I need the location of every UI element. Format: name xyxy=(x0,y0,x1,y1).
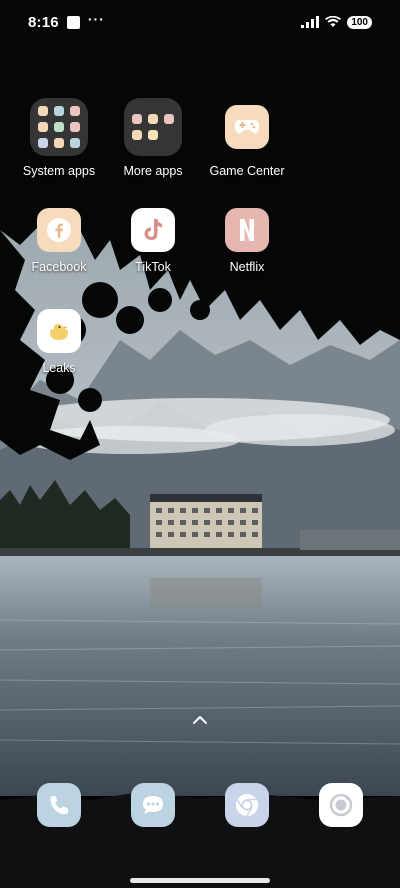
tiktok-icon xyxy=(131,208,175,252)
camera-icon xyxy=(329,793,353,817)
gamepad-icon xyxy=(225,105,269,149)
battery-icon: 100 xyxy=(347,15,372,29)
app-label: Leaks xyxy=(42,361,76,375)
mini-app-icon xyxy=(148,130,158,140)
mini-app-icon xyxy=(54,122,64,132)
app-leaks[interactable]: Leaks xyxy=(9,309,109,375)
app-system-apps[interactable]: System apps xyxy=(9,98,109,178)
folder-icon xyxy=(30,98,88,156)
app-more-apps[interactable]: More apps xyxy=(103,98,203,178)
app-label: Netflix xyxy=(229,260,265,274)
status-bar: 8:16 ··· 100 xyxy=(0,0,400,44)
phone-icon xyxy=(50,796,68,815)
app-label: Game Center xyxy=(209,164,285,178)
app-label: More apps xyxy=(123,164,183,178)
folder-icon xyxy=(124,98,182,156)
mini-app-icon xyxy=(54,106,64,116)
status-left: 8:16 ··· xyxy=(28,11,105,31)
app-tiktok[interactable]: TikTok xyxy=(103,208,203,274)
mini-app-icon xyxy=(132,114,142,124)
wifi-icon xyxy=(325,16,342,27)
dock-phone[interactable] xyxy=(37,783,81,827)
duck-icon xyxy=(37,309,81,353)
home-indicator[interactable] xyxy=(130,878,270,883)
clock: 8:16 xyxy=(28,13,59,31)
mini-app-icon xyxy=(70,122,80,132)
dock-messages[interactable] xyxy=(131,783,175,827)
mini-app-icon xyxy=(132,130,142,140)
mini-app-icon xyxy=(38,138,48,148)
app-facebook[interactable]: Facebook xyxy=(9,208,109,274)
app-game-center[interactable]: Game Center xyxy=(197,98,297,178)
swipe-up-chevron-icon[interactable] xyxy=(192,714,208,726)
mini-app-icon xyxy=(38,122,48,132)
app-label: Facebook xyxy=(31,260,87,274)
facebook-icon xyxy=(37,208,81,252)
more-notifications-icon: ··· xyxy=(87,11,105,27)
dock-camera[interactable] xyxy=(319,783,363,827)
netflix-icon xyxy=(225,208,269,252)
mini-app-icon xyxy=(148,114,158,124)
app-label: System apps xyxy=(22,164,96,178)
mini-app-icon xyxy=(164,114,174,124)
app-label: TikTok xyxy=(135,260,171,274)
mini-app-icon xyxy=(70,106,80,116)
chrome-icon xyxy=(236,794,258,817)
dock-browser[interactable] xyxy=(225,783,269,827)
signal-icon xyxy=(301,16,320,28)
chat-icon xyxy=(143,796,163,814)
mini-app-icon xyxy=(70,138,80,148)
notification-icon xyxy=(66,15,80,29)
status-right: 100 xyxy=(301,15,372,29)
mini-app-icon xyxy=(38,106,48,116)
app-netflix[interactable]: Netflix xyxy=(197,208,297,274)
mini-app-icon xyxy=(54,138,64,148)
empty-slot xyxy=(164,130,174,140)
